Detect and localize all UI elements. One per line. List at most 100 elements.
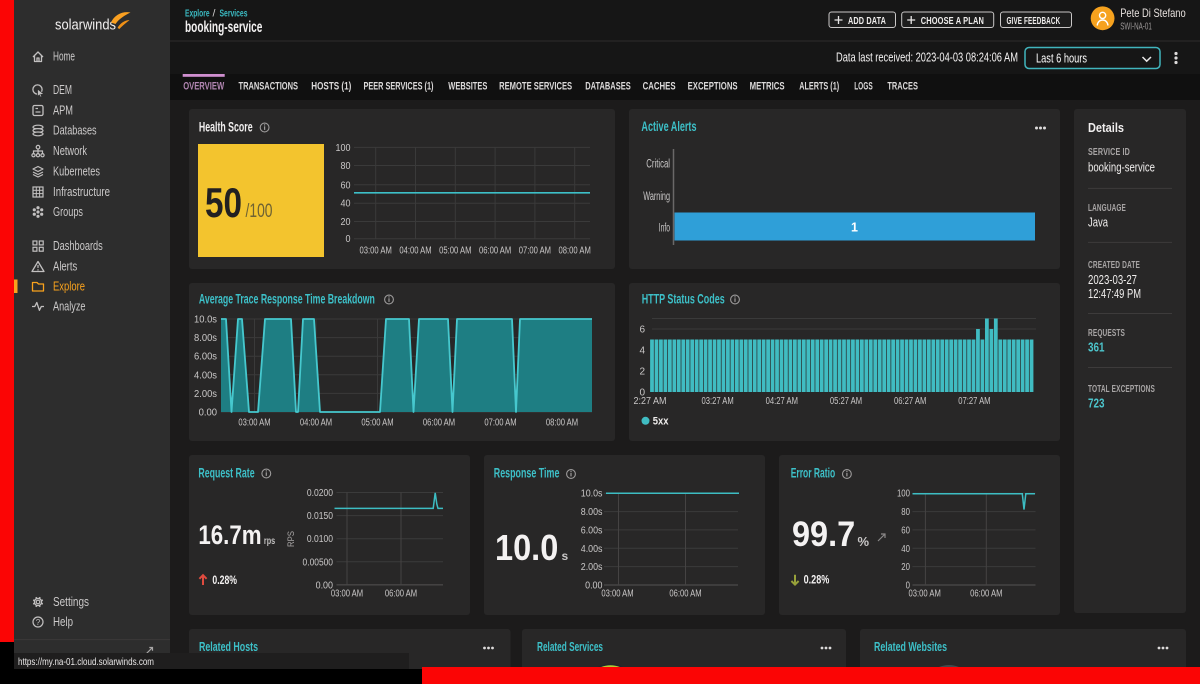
- svg-text:04:00 AM: 04:00 AM: [300, 418, 332, 429]
- svg-text:%: %: [858, 534, 870, 549]
- svg-text:03:00 AM: 03:00 AM: [601, 589, 633, 600]
- svg-text:2.00s: 2.00s: [581, 562, 603, 573]
- svg-text:100: 100: [336, 143, 351, 154]
- svg-text:HTTP Status Codes: HTTP Status Codes: [642, 291, 725, 307]
- svg-text:06:00 AM: 06:00 AM: [385, 589, 417, 600]
- svg-text:05:00 AM: 05:00 AM: [361, 418, 393, 429]
- svg-text:6.00s: 6.00s: [194, 352, 217, 363]
- svg-text:06:00 AM: 06:00 AM: [669, 589, 701, 600]
- svg-text:OVERVIEW: OVERVIEW: [183, 81, 224, 93]
- svg-text:HOSTS (1): HOSTS (1): [311, 81, 351, 93]
- svg-text:rps: rps: [264, 536, 276, 547]
- svg-text:06:00 AM: 06:00 AM: [970, 589, 1002, 600]
- svg-text:/: /: [213, 8, 216, 20]
- svg-text:Analyze: Analyze: [53, 300, 86, 314]
- svg-text:16.7m: 16.7m: [198, 520, 261, 550]
- svg-text:723: 723: [1088, 397, 1105, 411]
- svg-text:361: 361: [1088, 341, 1105, 355]
- svg-text:GIVE FEEDBACK: GIVE FEEDBACK: [1007, 15, 1061, 27]
- svg-text:2023-03-27: 2023-03-27: [1088, 273, 1137, 287]
- svg-text:Explore: Explore: [185, 8, 210, 20]
- svg-text:SWI-NA-01: SWI-NA-01: [1120, 22, 1152, 33]
- svg-text:4.00s: 4.00s: [581, 544, 603, 555]
- svg-text:DEM: DEM: [53, 83, 72, 97]
- svg-text:Related Websites: Related Websites: [874, 639, 947, 654]
- svg-text:Help: Help: [53, 615, 73, 629]
- svg-text:Details: Details: [1088, 120, 1124, 135]
- svg-text:Pete Di Stefano: Pete Di Stefano: [1120, 6, 1186, 20]
- svg-text:Explore: Explore: [53, 280, 85, 294]
- svg-text:CHOOSE A PLAN: CHOOSE A PLAN: [921, 15, 984, 27]
- svg-text:Related Hosts: Related Hosts: [199, 639, 258, 654]
- svg-text:LOGS: LOGS: [854, 81, 873, 93]
- svg-text:Network: Network: [53, 144, 88, 158]
- svg-text:Critical: Critical: [646, 159, 670, 171]
- svg-text:0.28%: 0.28%: [212, 573, 237, 587]
- svg-text:6: 6: [639, 325, 645, 336]
- svg-text:?: ?: [36, 618, 41, 627]
- svg-text:0.00500: 0.00500: [303, 557, 334, 568]
- svg-text:CREATED DATE: CREATED DATE: [1088, 260, 1140, 271]
- svg-text:Error Ratio: Error Ratio: [791, 465, 836, 481]
- svg-text:TRANSACTIONS: TRANSACTIONS: [239, 81, 299, 93]
- svg-text:Warning: Warning: [643, 191, 670, 203]
- svg-text:80: 80: [901, 507, 910, 518]
- svg-text:10.0: 10.0: [495, 527, 558, 568]
- svg-text:03:27 AM: 03:27 AM: [701, 396, 733, 407]
- svg-text:Data last received: 2023-04-03: Data last received: 2023-04-03 08:24:06 …: [836, 51, 1018, 65]
- svg-text:EXCEPTIONS: EXCEPTIONS: [688, 81, 738, 93]
- svg-text:RPS: RPS: [286, 531, 297, 547]
- svg-text:10.0s: 10.0s: [581, 489, 603, 500]
- svg-text:https://my.na-01.cloud.solarwi: https://my.na-01.cloud.solarwinds.com: [18, 656, 154, 668]
- svg-text:METRICS: METRICS: [750, 81, 785, 93]
- svg-text:2.00s: 2.00s: [194, 389, 217, 400]
- svg-text:40: 40: [341, 199, 351, 210]
- svg-text:4.00s: 4.00s: [194, 370, 217, 381]
- svg-text:0.00: 0.00: [199, 408, 218, 419]
- svg-text:Health Score: Health Score: [199, 119, 253, 135]
- svg-text:Settings: Settings: [53, 595, 89, 609]
- svg-text:DATABASES: DATABASES: [585, 81, 631, 93]
- svg-text:20: 20: [341, 217, 351, 228]
- svg-text:50: 50: [205, 179, 242, 226]
- svg-text:6.00s: 6.00s: [581, 525, 603, 536]
- svg-text:0.0100: 0.0100: [307, 534, 334, 545]
- svg-text:booking-service: booking-service: [185, 19, 263, 36]
- svg-text:Services: Services: [220, 8, 248, 20]
- svg-text:0.00: 0.00: [585, 581, 603, 592]
- svg-text:s: s: [562, 549, 569, 563]
- svg-text:Info: Info: [659, 223, 670, 235]
- svg-text:0.0150: 0.0150: [307, 511, 334, 522]
- svg-text:8.00s: 8.00s: [581, 507, 603, 518]
- svg-text:Related Services: Related Services: [537, 639, 603, 654]
- svg-text:60: 60: [901, 525, 910, 536]
- svg-text:2: 2: [639, 367, 645, 378]
- svg-text:10.0s: 10.0s: [194, 315, 217, 326]
- svg-text:03:00 AM: 03:00 AM: [360, 246, 392, 257]
- svg-text:CACHES: CACHES: [643, 81, 676, 93]
- svg-text:03:00 AM: 03:00 AM: [331, 589, 363, 600]
- svg-text:ADD DATA: ADD DATA: [848, 15, 886, 27]
- svg-text:08:00 AM: 08:00 AM: [546, 418, 578, 429]
- svg-text:0.28%: 0.28%: [804, 573, 830, 587]
- svg-text:Active Alerts: Active Alerts: [641, 118, 696, 134]
- svg-text:2:27 AM: 2:27 AM: [634, 396, 667, 407]
- svg-text:06:00 AM: 06:00 AM: [479, 246, 511, 257]
- svg-text:REQUESTS: REQUESTS: [1088, 328, 1125, 339]
- svg-text:TRACES: TRACES: [887, 81, 918, 93]
- svg-text:Kubernetes: Kubernetes: [53, 165, 100, 179]
- svg-text:0.0200: 0.0200: [307, 488, 334, 499]
- svg-text:8.00s: 8.00s: [194, 333, 217, 344]
- svg-text:100: 100: [897, 489, 910, 500]
- svg-text:Alerts: Alerts: [53, 260, 77, 274]
- svg-text:Groups: Groups: [53, 205, 83, 219]
- svg-text:Home: Home: [53, 50, 75, 64]
- svg-text:60: 60: [341, 180, 351, 191]
- svg-text:solarwinds: solarwinds: [55, 18, 116, 34]
- svg-text:06:00 AM: 06:00 AM: [423, 418, 455, 429]
- svg-text:08:00 AM: 08:00 AM: [559, 246, 591, 257]
- svg-text:Java: Java: [1088, 216, 1108, 230]
- svg-text:04:00 AM: 04:00 AM: [399, 246, 431, 257]
- svg-text:4: 4: [639, 346, 645, 357]
- svg-text:05:00 AM: 05:00 AM: [439, 246, 471, 257]
